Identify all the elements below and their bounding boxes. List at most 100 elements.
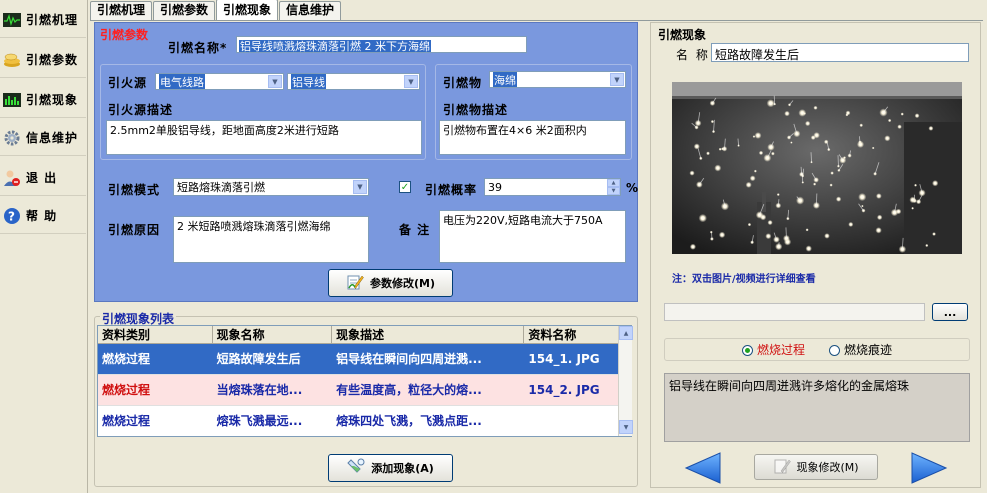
nav-label: 引燃现象 [26,93,79,107]
table-scrollbar[interactable]: ▲ ▼ [618,326,633,436]
tab-maintenance[interactable]: 信息维护 [279,1,342,20]
cell-category: 燃烧过程 [102,382,151,397]
cell-name: 短路故障发生后 [216,351,301,366]
chevron-down-icon: ▼ [353,180,367,194]
radio-selected-icon [741,345,753,356]
cell-file: 154_2. JPG [528,382,600,397]
detail-name-input[interactable]: 短路故障发生后 [711,43,969,62]
scroll-down-icon[interactable]: ▼ [619,420,633,434]
ignited-label: 引燃物 [443,76,483,90]
radio-label: 燃烧痕迹 [844,343,893,357]
svg-text:?: ? [8,209,16,223]
table-row[interactable]: 燃烧过程 当熔珠落在地... 有些温度高，粒径大的熔... 154_2. JPG [98,375,631,406]
nav-item-maintenance[interactable]: 信息维护 [0,120,86,156]
left-nav: 引燃机理 引燃参数 引燃现象 信息维护 退 出 ? 帮 助 [0,0,88,493]
nav-label: 退 出 [26,171,58,185]
file-path-input[interactable] [664,303,925,321]
tab-phenomena[interactable]: 引燃现象 [216,0,279,20]
ignited-desc-textarea[interactable]: 引燃物布置在4×6 米2面积内 [439,120,626,155]
scroll-up-icon[interactable]: ▲ [619,326,633,340]
tab-bar: 引燃机理 引燃参数 引燃现象 信息维护 [90,0,342,20]
table-row[interactable]: 燃烧过程 短路故障发生后 铝导线在瞬间向四周迸溅... 154_1. JPG [98,344,631,375]
waveform-icon [2,11,22,29]
table-row[interactable]: 燃烧过程 熔珠飞溅最远... 熔珠四处飞溅，飞溅点距... [98,406,631,436]
phenomena-table: 资料类别 现象名称 现象描述 资料名称 燃烧过程 短路故障发生后 铝导线在瞬间向… [97,325,632,437]
nav-item-mechanism[interactable]: 引燃机理 [0,2,86,38]
spin-up-icon[interactable]: ▲ [607,179,620,187]
detail-section-title: 引燃现象 [658,28,707,42]
note-label: 备 注 [399,223,431,237]
cell-desc: 熔珠四处飞溅，飞溅点距... [336,413,482,428]
chevron-down-icon: ▼ [404,75,418,88]
column-header[interactable]: 现象描述 [332,326,525,343]
nav-item-params[interactable]: 引燃参数 [0,42,86,78]
category-radio-group: 燃烧过程 燃烧痕迹 [664,338,970,361]
prev-arrow-button[interactable] [684,452,722,487]
radio-burning-trace[interactable]: 燃烧痕迹 [829,341,892,358]
probability-checkbox[interactable]: ✓ [399,181,411,193]
ignited-desc-label: 引燃物描述 [443,103,509,117]
browse-button[interactable]: ... [932,303,968,321]
nav-item-phenomena[interactable]: 引燃现象 [0,82,86,118]
coins-icon [2,51,22,69]
tab-params[interactable]: 引燃参数 [153,1,216,20]
cell-file: 154_1. JPG [528,351,600,366]
edit-icon [773,457,792,478]
reason-textarea[interactable]: 2 米短路喷溅熔珠滴落引燃海绵 [173,216,369,263]
radio-label: 燃烧过程 [756,343,805,357]
fire-source-select-1[interactable]: 电气线路 ▼ [155,73,284,90]
edit-icon [346,273,364,294]
mode-label: 引燃模式 [108,183,161,197]
monitor-icon [2,91,22,109]
name-label: 引燃名称* [168,41,228,55]
cell-category: 燃烧过程 [102,351,151,366]
radio-unselected-icon [829,345,840,356]
radio-burning-process[interactable]: 燃烧过程 [741,341,805,358]
cell-name: 当熔珠落在地... [216,382,303,397]
nav-label: 帮 助 [26,209,58,223]
reason-label: 引燃原因 [108,223,161,237]
column-header[interactable]: 资料名称 [524,326,631,343]
cell-desc: 铝导线在瞬间向四周迸溅... [336,351,482,366]
column-header[interactable]: 现象名称 [213,326,333,343]
ignited-select[interactable]: 海绵 ▼ [489,71,626,88]
fire-source-desc-label: 引火源描述 [108,103,174,117]
add-phenomenon-button[interactable]: 添加现象(A) [328,454,453,482]
exit-user-icon [2,169,22,187]
nav-label: 引燃机理 [26,13,79,27]
prob-label: 引燃概率 [425,183,478,197]
chevron-down-icon: ▼ [610,73,624,86]
fire-source-select-2[interactable]: 铝导线 ▼ [287,73,420,90]
phenomenon-photo[interactable] [672,82,962,254]
photo-hint-note: 注：双击图片/视频进行详细查看 [672,274,816,285]
fire-source-desc-textarea[interactable]: 2.5mm2单股铝导线，距地面高度2米进行短路 [106,120,422,155]
mode-select[interactable]: 短路熔珠滴落引燃 ▼ [173,178,369,196]
gear-icon [2,129,22,147]
add-test-tube-icon [347,458,365,479]
nav-label: 引燃参数 [26,53,79,67]
tab-mechanism[interactable]: 引燃机理 [90,1,153,20]
next-arrow-button[interactable] [910,452,948,487]
param-modify-button[interactable]: 参数修改(M) [328,269,453,297]
cell-category: 燃烧过程 [102,413,151,428]
help-icon: ? [2,207,22,225]
phenomenon-description[interactable]: 铝导线在瞬间向四周迸溅许多熔化的金属熔珠 [664,373,970,442]
nav-label: 信息维护 [26,131,79,145]
prob-spinner[interactable]: ▲ ▼ [607,179,620,195]
spin-down-icon[interactable]: ▼ [607,187,620,195]
cell-name: 熔珠飞溅最远... [216,413,303,428]
phenomenon-modify-button[interactable]: 现象修改(M) [754,454,878,480]
name-input[interactable]: 铝导线喷溅熔珠滴落引燃 2 米下方海绵 [236,36,527,53]
note-textarea[interactable]: 电压为220V,短路电流大于750A [439,210,626,263]
prob-input[interactable]: 39 [484,178,621,196]
detail-name-label: 名 称 [676,48,710,62]
params-section-title: 引燃参数 [100,28,149,42]
column-header[interactable]: 资料类别 [98,326,213,343]
cell-desc: 有些温度高，粒径大的熔... [336,382,482,397]
table-header: 资料类别 现象名称 现象描述 资料名称 [98,326,631,344]
prob-unit: % [626,181,640,195]
chevron-down-icon: ▼ [268,75,282,88]
nav-item-exit[interactable]: 退 出 [0,160,86,196]
nav-item-help[interactable]: ? 帮 助 [0,198,86,234]
fire-source-label: 引火源 [108,76,148,90]
